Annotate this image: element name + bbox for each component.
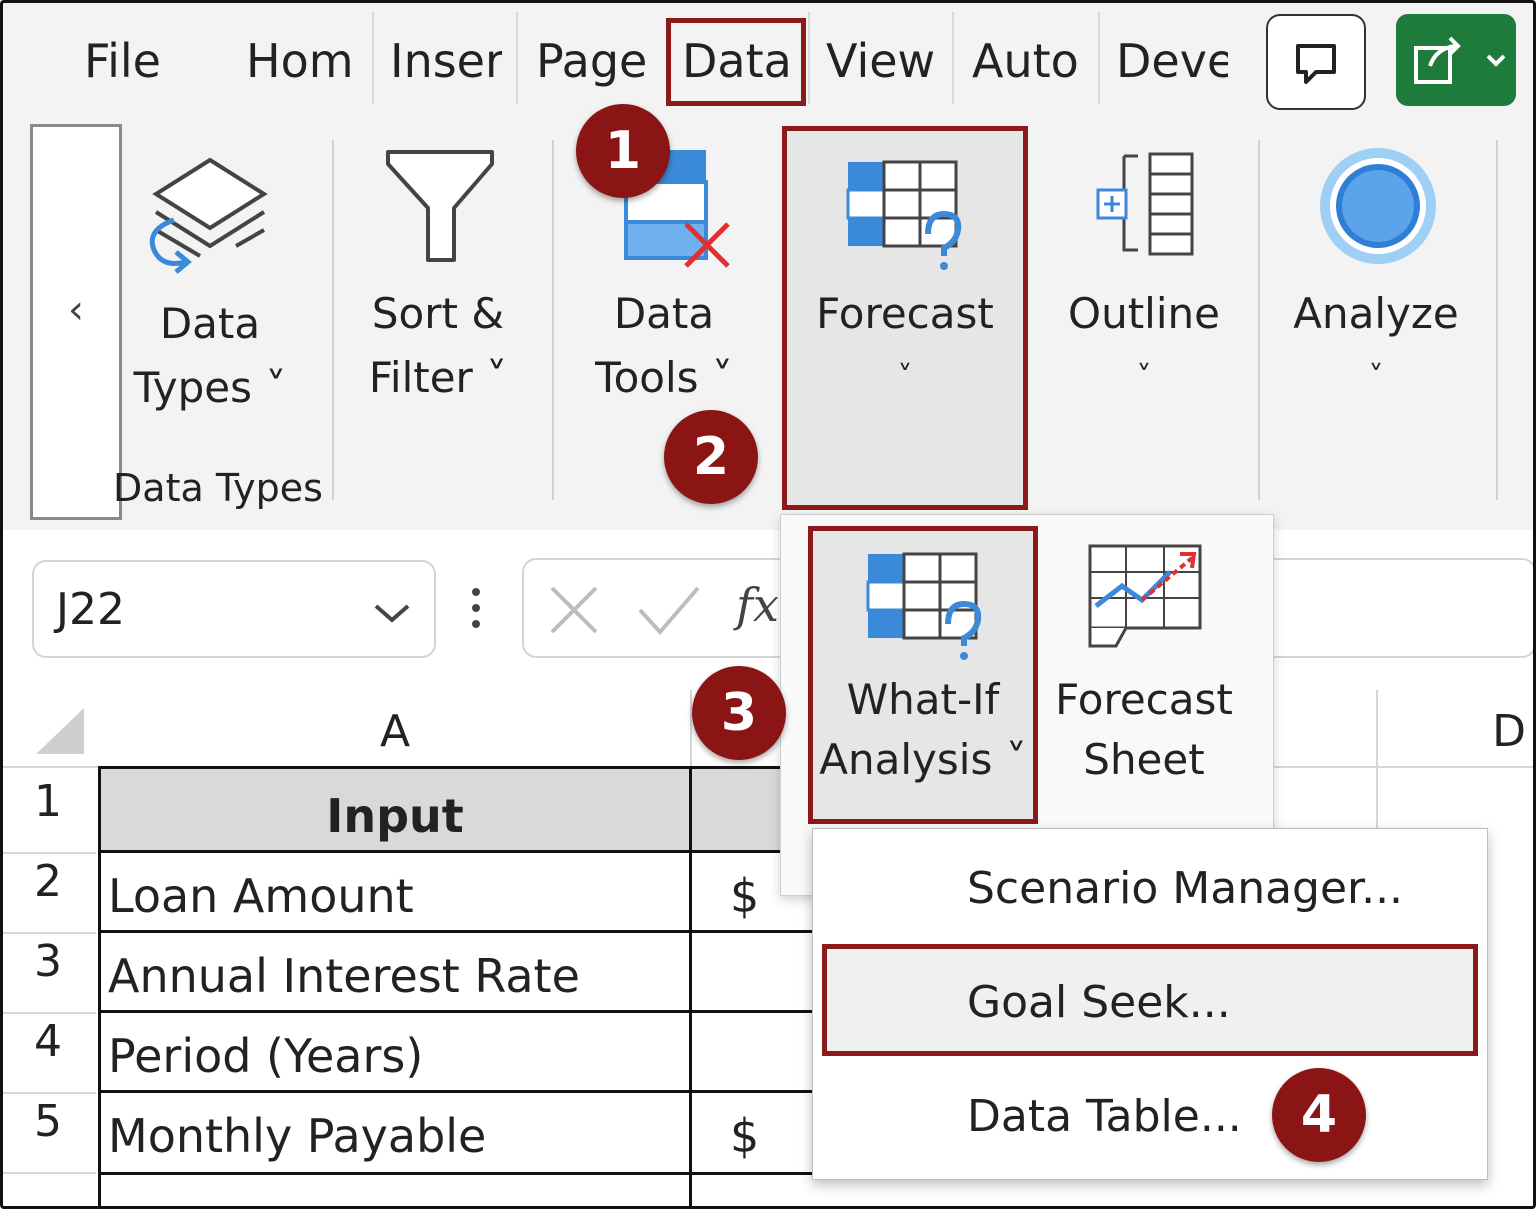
column-header-a[interactable]: A [100,690,690,768]
tab-view[interactable]: View [826,34,938,88]
step-badge-3: 3 [692,666,786,760]
enter-check-icon[interactable] [634,580,704,640]
chevron-down-icon: ˅ [1136,360,1152,395]
table-border [98,766,818,769]
analyze-button[interactable]: Analyze ˅ [1276,282,1476,410]
column-divider [1376,768,1378,828]
goal-seek-highlight [822,944,1478,1056]
comment-icon [1296,44,1336,84]
tab-separator [952,12,954,104]
tab-developer[interactable]: Deve [1116,34,1228,88]
column-divider [1376,690,1378,768]
row-header-1[interactable]: 1 [0,776,96,827]
cancel-icon[interactable] [544,580,604,640]
group-separator [1258,140,1260,500]
tab-insert[interactable]: Inser [390,34,502,88]
table-border [98,1172,818,1175]
ribbon-scroll-left-button[interactable]: ‹ [30,124,122,520]
row-header-4[interactable]: 4 [0,1016,96,1067]
row-divider [0,1172,96,1174]
column-divider [690,690,692,768]
cell-b5[interactable]: $ [730,1096,759,1176]
outline-button[interactable]: Outline ˅ [1044,282,1244,410]
cell-a1[interactable]: Input [100,776,690,856]
share-icon [1414,36,1506,84]
table-border [98,766,101,1209]
data-types-icon [149,157,268,274]
data-tools-button[interactable]: Data Tools ˅ [566,282,762,410]
cell-a2[interactable]: Loan Amount [108,856,414,936]
chevron-left-icon: ‹ [68,287,84,333]
cell-a4[interactable]: Period (Years) [108,1016,423,1096]
row-divider [0,1092,96,1094]
data-types-button[interactable]: Data Types ˅ [120,292,300,420]
forecast-sheet-button[interactable]: Forecast Sheet [1044,670,1244,790]
ribbon-tab-bar: File Hom Inser Page Data View Auto Deve [0,0,1536,120]
row-header-5[interactable]: 5 [0,1096,96,1147]
step-badge-4: 4 [1272,1068,1366,1162]
cell-a3[interactable]: Annual Interest Rate [108,936,580,1016]
tab-separator [808,12,810,104]
outline-icon [1096,152,1194,256]
table-border [98,1010,818,1013]
analyze-icon [1320,148,1436,264]
table-border [98,850,818,853]
group-label-data-types: Data Types [113,466,323,510]
tab-separator [516,12,518,104]
row-divider [0,852,96,854]
name-box[interactable]: J22 [32,560,436,658]
name-box-value: J22 [56,584,125,635]
group-separator [332,140,334,500]
sort-filter-button[interactable]: Sort & Filter ˅ [348,282,528,410]
row-divider [0,1012,96,1014]
scenario-manager-menu-item[interactable]: Scenario Manager... [967,863,1403,914]
chevron-down-icon [1486,54,1506,67]
select-all-button[interactable] [30,702,90,758]
column-header-d[interactable]: D [1380,690,1536,768]
tab-separator [372,12,374,104]
table-border [98,1090,818,1093]
data-table-menu-item[interactable]: Data Table... [967,1091,1242,1142]
table-border [689,766,692,1209]
forecast-sheet-icon [1088,544,1202,648]
insert-function-button[interactable]: fx [736,578,779,632]
step-badge-2: 2 [664,410,758,504]
data-tab-highlight [666,18,806,106]
tab-file[interactable]: File [84,34,174,88]
group-separator [1496,140,1498,500]
table-border [98,930,818,933]
chevron-down-icon [374,604,410,623]
step-badge-1: 1 [576,104,670,198]
tab-home[interactable]: Hom [246,34,358,88]
tab-page-layout[interactable]: Page [536,34,646,88]
tab-separator [1098,12,1100,104]
share-button[interactable] [1396,14,1516,106]
tab-automate[interactable]: Auto [972,34,1082,88]
what-if-highlight [808,526,1038,824]
group-separator [552,140,554,500]
row-header-3[interactable]: 3 [0,936,96,987]
cell-b2[interactable]: $ [730,856,759,936]
comments-button[interactable] [1266,14,1366,110]
chevron-down-icon: ˅ [1368,360,1384,395]
forecast-highlight [782,126,1028,510]
cell-a5[interactable]: Monthly Payable [108,1096,486,1176]
funnel-icon [386,150,494,262]
more-options-icon[interactable] [466,584,486,634]
row-divider [0,932,96,934]
row-header-2[interactable]: 2 [0,856,96,907]
